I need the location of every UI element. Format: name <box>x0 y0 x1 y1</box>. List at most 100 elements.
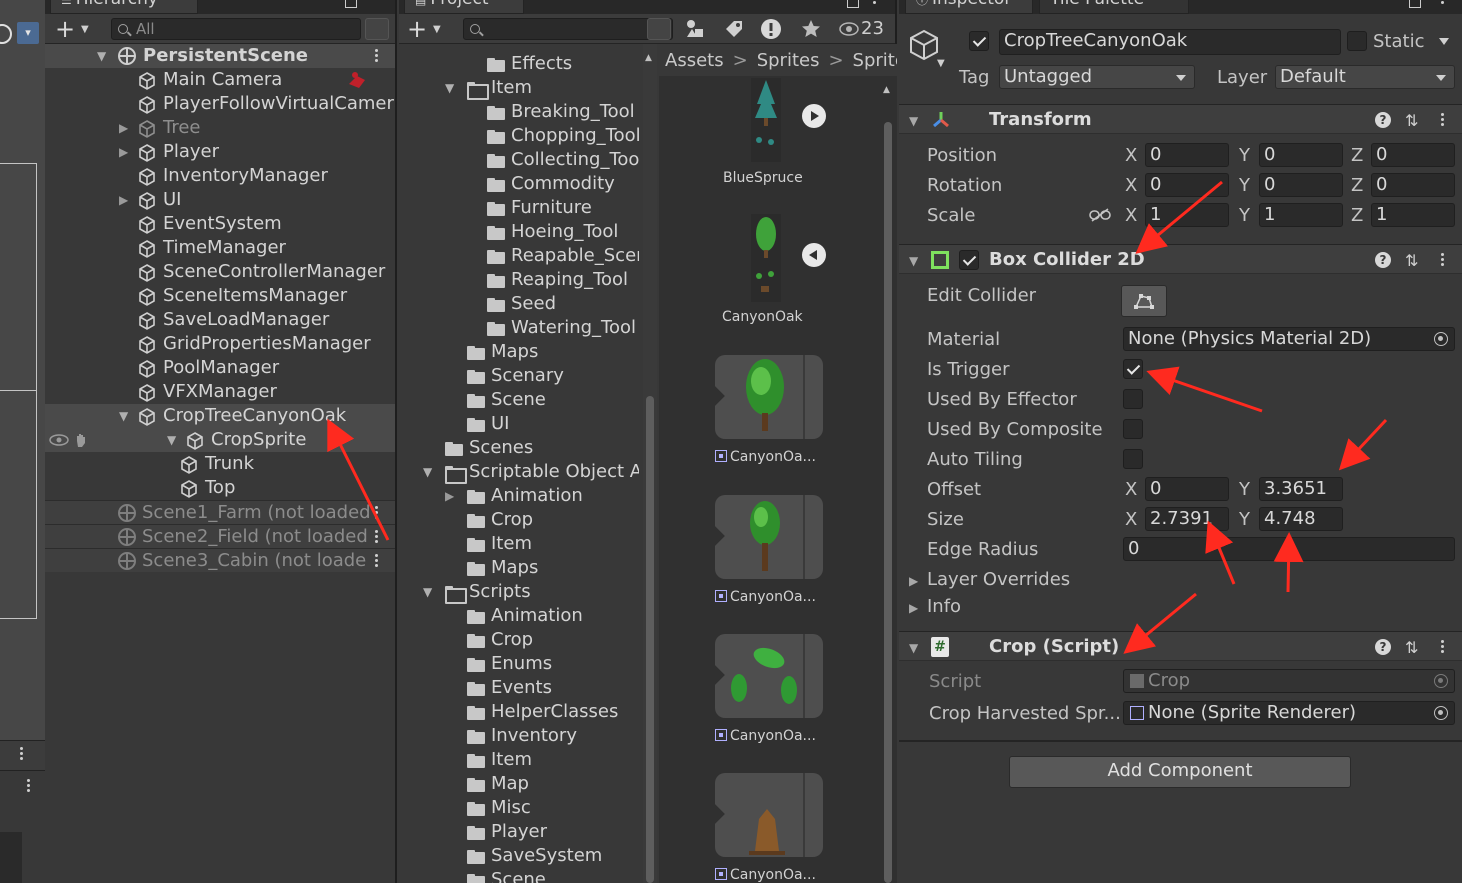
crop-script-header[interactable]: ▼ # Crop (Script) ? ⇅ <box>899 631 1462 661</box>
offset-x-field[interactable]: 0 <box>1145 477 1229 501</box>
scale-x-field[interactable]: 1 <box>1145 203 1229 227</box>
scale-z-field[interactable]: 1 <box>1371 203 1455 227</box>
project-folder[interactable]: ▼ Item <box>399 76 639 100</box>
favorite-star-icon[interactable] <box>801 19 821 39</box>
project-folder[interactable]: ▶ Animation <box>399 484 639 508</box>
tab-tile-palette[interactable]: Tile Palette <box>1039 0 1189 14</box>
hierarchy-item[interactable]: ▼ CropSprite <box>45 428 395 452</box>
position-z-field[interactable]: 0 <box>1371 143 1455 167</box>
chevron-down-icon[interactable]: ▼ <box>909 641 918 655</box>
asset-label[interactable]: CanyonOak <box>722 309 803 325</box>
project-folder[interactable]: Misc <box>399 796 639 820</box>
project-folder[interactable]: Collecting_Tool <box>399 148 639 172</box>
breadcrumb-sprite[interactable]: Sprite <box>853 50 897 71</box>
asset-label[interactable]: CanyonOa... <box>715 449 816 465</box>
project-folder[interactable]: Inventory <box>399 724 639 748</box>
help-icon[interactable]: ? <box>1375 112 1391 128</box>
label-icon[interactable] <box>724 19 744 39</box>
project-folder[interactable]: Events <box>399 676 639 700</box>
pickable-hand-icon[interactable] <box>73 432 89 448</box>
project-folder[interactable]: Crop <box>399 628 639 652</box>
size-x-field[interactable]: 2.7391 <box>1145 507 1229 531</box>
project-folder[interactable]: Maps <box>399 556 639 580</box>
more-icon[interactable] <box>873 0 877 6</box>
size-y-field[interactable]: 4.748 <box>1259 507 1343 531</box>
project-folder[interactable]: Scene <box>399 388 639 412</box>
tab-project[interactable]: ▤Project <box>404 0 524 14</box>
presets-icon[interactable]: ⇅ <box>1405 251 1418 270</box>
auto-tiling-checkbox[interactable] <box>1123 449 1143 469</box>
layer-dropdown[interactable]: Default <box>1275 65 1455 89</box>
hierarchy-item[interactable]: Top <box>45 476 395 500</box>
project-folder[interactable]: Chopping_Tool <box>399 124 639 148</box>
project-folder[interactable]: Crop <box>399 508 639 532</box>
rotation-y-field[interactable]: 0 <box>1259 173 1343 197</box>
add-component-button[interactable]: Add Component <box>1009 756 1351 788</box>
transform-header[interactable]: ▼ Transform ? ⇅ <box>899 104 1462 134</box>
project-folder[interactable]: Player <box>399 820 639 844</box>
sprite-tile[interactable] <box>705 773 823 857</box>
project-folder[interactable]: HelperClasses <box>399 700 639 724</box>
more-icon[interactable] <box>1441 253 1445 268</box>
sprite-tile[interactable] <box>705 495 823 579</box>
tab-inspector[interactable]: ⓘInspector <box>905 0 1033 14</box>
scroll-up-icon[interactable]: ▲ <box>883 85 890 95</box>
play-icon[interactable] <box>802 104 826 128</box>
project-folder[interactable]: Breaking_Tool <box>399 100 639 124</box>
hierarchy-item[interactable]: ▶ UI <box>45 188 395 212</box>
project-folder[interactable]: ▼ Scripts <box>399 580 639 604</box>
more-icon[interactable] <box>1441 113 1445 128</box>
canyonoak-sprite-icon[interactable] <box>751 214 781 302</box>
hierarchy-item[interactable]: VFXManager <box>45 380 395 404</box>
asset-label[interactable]: BlueSpruce <box>723 170 803 186</box>
hierarchy-item[interactable]: PlayerFollowVirtualCamera <box>45 92 395 116</box>
bluespruce-sprite-icon[interactable] <box>749 78 783 162</box>
material-field[interactable]: None (Physics Material 2D) <box>1123 327 1455 351</box>
rotation-x-field[interactable]: 0 <box>1145 173 1229 197</box>
project-folder[interactable]: ▼ Scriptable Object Assets <box>399 460 639 484</box>
asset-label[interactable]: CanyonOa... <box>715 589 816 605</box>
maximize-icon[interactable] <box>345 0 357 8</box>
project-folder[interactable]: Commodity <box>399 172 639 196</box>
constrain-proportions-icon[interactable] <box>1089 208 1111 222</box>
hierarchy-item[interactable]: ▼ CropTreeCanyonOak <box>45 404 395 428</box>
maximize-icon[interactable] <box>1409 0 1421 8</box>
search-input[interactable]: All <box>111 18 361 40</box>
eye-hidden-icon[interactable] <box>839 22 859 36</box>
hierarchy-item[interactable]: SceneItemsManager <box>45 284 395 308</box>
chevron-right-icon[interactable]: ▶ <box>119 116 128 140</box>
project-folder[interactable]: Scenes <box>399 436 639 460</box>
view-dropdown[interactable]: ▾ <box>17 22 39 44</box>
object-picker-icon[interactable] <box>1434 332 1448 346</box>
breadcrumb-sprites[interactable]: Sprites <box>757 50 820 71</box>
warning-icon[interactable] <box>760 18 782 40</box>
active-toggle[interactable] <box>969 31 989 51</box>
edit-collider-button[interactable] <box>1121 285 1167 317</box>
gameobject-cube-icon[interactable] <box>907 28 941 62</box>
box-collider-header[interactable]: ▼ Box Collider 2D ? ⇅ <box>899 244 1462 274</box>
used-by-effector-checkbox[interactable] <box>1123 389 1143 409</box>
chevron-right-icon[interactable]: ▶ <box>119 188 128 212</box>
used-by-composite-checkbox[interactable] <box>1123 419 1143 439</box>
layer-overrides-foldout[interactable]: Layer Overrides <box>927 569 1070 591</box>
globe-icon[interactable] <box>0 24 12 44</box>
project-folder[interactable]: Effects <box>399 52 639 76</box>
scene-header[interactable]: ▼ PersistentScene <box>45 44 395 68</box>
hierarchy-item[interactable]: ▶ Tree <box>45 116 395 140</box>
breadcrumb-assets[interactable]: Assets <box>665 50 724 71</box>
tab-hierarchy[interactable]: ☰Hierarchy <box>50 0 198 14</box>
object-picker-icon[interactable] <box>1434 706 1448 720</box>
chevron-down-icon[interactable]: ▼ <box>445 76 454 100</box>
offset-y-field[interactable]: 3.3651 <box>1259 477 1343 501</box>
project-folder[interactable]: Reaping_Tool <box>399 268 639 292</box>
create-button[interactable]: + <box>407 14 427 44</box>
hierarchy-item[interactable]: SceneControllerManager <box>45 260 395 284</box>
chevron-down-icon[interactable]: ▼ <box>423 460 432 484</box>
project-folder[interactable]: Furniture <box>399 196 639 220</box>
project-folder[interactable]: Reapable_Scenary <box>399 244 639 268</box>
is-trigger-checkbox[interactable] <box>1123 359 1143 379</box>
hierarchy-item[interactable]: Trunk <box>45 452 395 476</box>
sprite-tile[interactable] <box>705 355 823 439</box>
search-options-button[interactable] <box>365 18 389 40</box>
maximize-icon[interactable] <box>847 0 859 8</box>
